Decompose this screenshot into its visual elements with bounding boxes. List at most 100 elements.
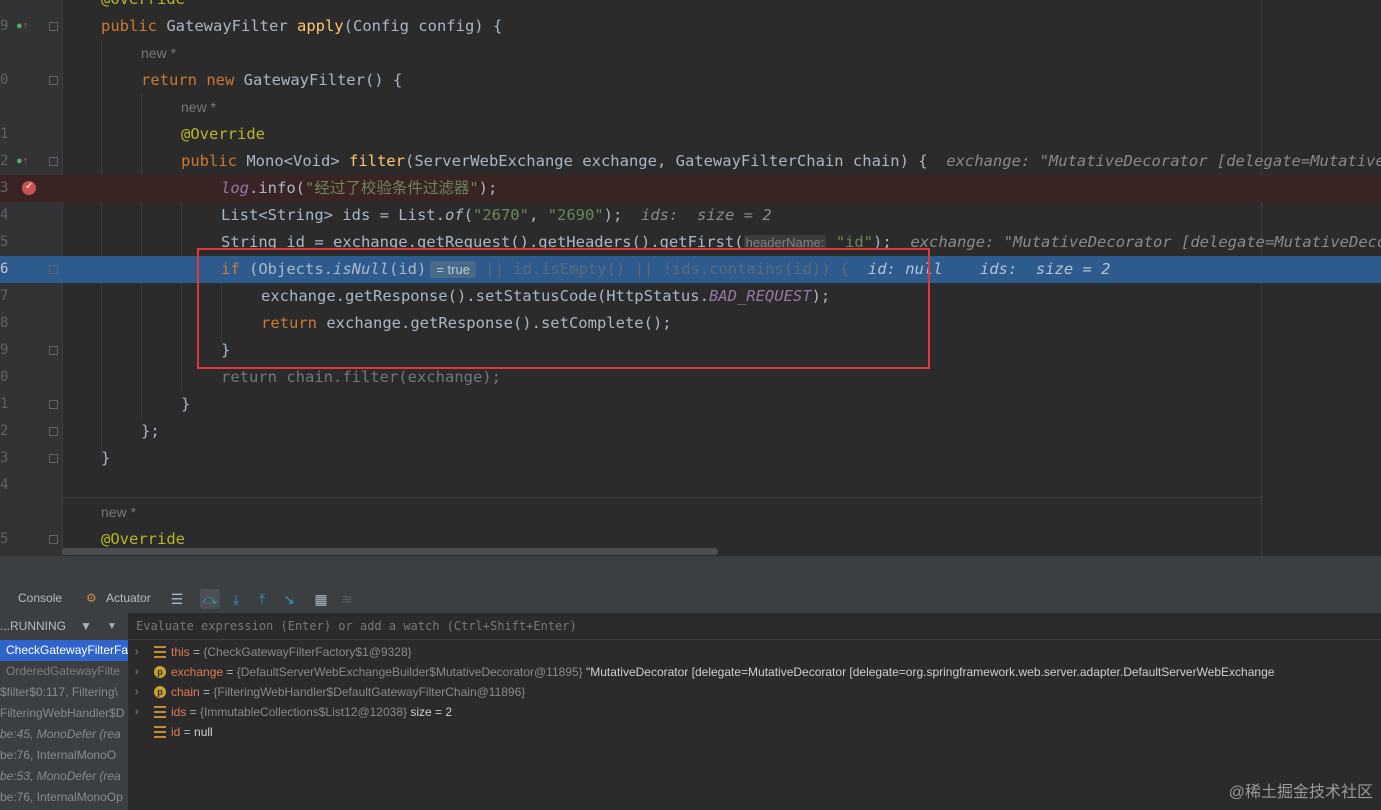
parameter-icon: p bbox=[154, 686, 166, 698]
checkmark-icon: ✓ bbox=[25, 181, 34, 192]
annotation: @Override bbox=[101, 0, 185, 8]
filter-icon[interactable]: ▼ bbox=[80, 613, 92, 640]
fold-marker-icon[interactable] bbox=[49, 157, 58, 166]
type-name: Mono<Void> bbox=[237, 152, 349, 170]
punctuation: ( bbox=[463, 206, 473, 224]
frame-item[interactable]: $filter$0:117, Filtering\ bbox=[0, 682, 128, 703]
horizontal-scrollbar[interactable] bbox=[62, 548, 718, 555]
code-editor[interactable]: @Override 9 public GatewayFilter apply(C… bbox=[0, 0, 1381, 556]
code-line[interactable]: 1 } bbox=[0, 391, 1381, 418]
variable-eq: = bbox=[223, 665, 237, 679]
line-number: 5 bbox=[0, 531, 9, 547]
variable-name: this bbox=[171, 645, 190, 659]
variable-name: chain bbox=[171, 685, 200, 699]
expand-arrow-icon[interactable]: › bbox=[135, 682, 139, 702]
panel-splitter[interactable] bbox=[0, 556, 1381, 584]
thread-status[interactable]: ...RUNNING bbox=[0, 619, 66, 633]
declaration: List<String> ids = List. bbox=[221, 206, 445, 224]
expand-arrow-icon[interactable]: › bbox=[135, 642, 139, 662]
brace: } bbox=[101, 449, 111, 467]
implements-icon[interactable]: ●↑ bbox=[16, 19, 28, 33]
expand-arrow-icon[interactable]: › bbox=[135, 662, 139, 682]
run-to-cursor-icon[interactable]: ↘ bbox=[279, 589, 299, 609]
line-number: 2 bbox=[0, 153, 9, 169]
frame-item[interactable]: be:76, InternalMonoO bbox=[0, 745, 128, 766]
code-line[interactable]: 2 public Mono<Void> filter(ServerWebExch… bbox=[0, 148, 1381, 175]
trace-icon[interactable]: ≋ bbox=[337, 589, 357, 609]
variable-value: size = 2 bbox=[407, 705, 453, 719]
frame-item[interactable]: CheckGatewayFilterFa bbox=[0, 640, 128, 661]
code-line[interactable]: new * bbox=[0, 499, 1381, 526]
code-line[interactable]: 4 List<String> ids = List.of("2670", "26… bbox=[0, 202, 1381, 229]
frame-item[interactable]: OrderedGatewayFilte bbox=[0, 661, 128, 682]
usage-hint[interactable]: new * bbox=[101, 499, 136, 526]
variable-eq: = bbox=[199, 685, 214, 699]
line-number: 0 bbox=[0, 369, 9, 385]
debug-toolbar: Console ⚙ Actuator ☰ ⤼ ⤓ ⤒ ↘ ▦ ≋ bbox=[0, 584, 1381, 614]
fold-marker-icon[interactable] bbox=[49, 535, 58, 544]
tab-console[interactable]: Console bbox=[18, 584, 62, 613]
brace: }; bbox=[141, 422, 160, 440]
line-number: 9 bbox=[0, 18, 9, 34]
line-number: 6 bbox=[0, 261, 9, 277]
expand-arrow-icon[interactable]: › bbox=[135, 702, 139, 722]
fold-marker-icon[interactable] bbox=[49, 22, 58, 31]
highlight-box bbox=[197, 248, 930, 369]
evaluate-icon[interactable]: ▦ bbox=[311, 589, 331, 609]
code-line[interactable]: 9 public GatewayFilter apply(Config conf… bbox=[0, 13, 1381, 40]
expression: GatewayFilter() { bbox=[234, 71, 403, 89]
usage-hint[interactable]: new * bbox=[181, 94, 216, 121]
debug-inline-value: exchange: "MutativeDecorator [delegate=M… bbox=[910, 233, 1381, 251]
line-number: 5 bbox=[0, 234, 9, 250]
step-out-icon[interactable]: ⤒ bbox=[252, 589, 272, 609]
line-number: 8 bbox=[0, 315, 9, 331]
string-literal: "2670" bbox=[472, 206, 529, 224]
frame-item[interactable]: be:76, InternalMonoOp bbox=[0, 787, 128, 808]
fold-marker-icon[interactable] bbox=[49, 76, 58, 85]
fold-marker-icon[interactable] bbox=[49, 400, 58, 409]
variable-name: ids bbox=[171, 705, 187, 719]
line-number: 2 bbox=[0, 423, 9, 439]
field-icon bbox=[154, 726, 166, 738]
variable-eq: = bbox=[186, 705, 201, 719]
frames-header: ...RUNNING ▼ ▼ bbox=[0, 613, 128, 640]
method-args: (ServerWebExchange exchange, GatewayFilt… bbox=[404, 152, 928, 170]
watermark: @稀土掘金技术社区 bbox=[1228, 784, 1373, 801]
expression: return chain.filter(exchange); bbox=[221, 368, 501, 386]
variable-eq: = bbox=[180, 725, 195, 739]
method-args: (Config config) { bbox=[343, 17, 503, 35]
code-line[interactable]: new * bbox=[0, 94, 1381, 121]
fold-marker-icon[interactable] bbox=[49, 454, 58, 463]
implements-icon[interactable]: ●↑ bbox=[16, 154, 28, 168]
evaluate-expression-input[interactable]: Evaluate expression (Enter) or add a wat… bbox=[128, 613, 1381, 640]
code-line[interactable]: 4 bbox=[0, 472, 1381, 499]
fold-marker-icon[interactable] bbox=[49, 346, 58, 355]
variable-type: {DefaultServerWebExchangeBuilder$Mutativ… bbox=[236, 665, 583, 679]
chevron-down-icon[interactable]: ▼ bbox=[107, 613, 117, 640]
frame-item[interactable]: be:45, MonoDefer (rea bbox=[0, 724, 128, 745]
step-over-icon[interactable]: ⤼ bbox=[200, 589, 220, 609]
fold-marker-icon[interactable] bbox=[49, 427, 58, 436]
frame-item[interactable]: be:53, MonoDefer (rea bbox=[0, 766, 128, 787]
code-line[interactable]: 0 return new GatewayFilter() { bbox=[0, 67, 1381, 94]
fold-marker-icon[interactable] bbox=[49, 265, 58, 274]
frame-item[interactable]: FilteringWebHandler$D bbox=[0, 703, 128, 724]
actuator-icon[interactable]: ⚙ bbox=[86, 584, 97, 613]
code-line[interactable]: 1 @Override bbox=[0, 121, 1381, 148]
step-into-icon[interactable]: ⤓ bbox=[226, 589, 246, 609]
code-line[interactable]: 3 } bbox=[0, 445, 1381, 472]
code-line[interactable]: 2 }; bbox=[0, 418, 1381, 445]
usage-hint[interactable]: new * bbox=[141, 40, 176, 67]
variable-name: exchange bbox=[171, 665, 224, 679]
field-icon bbox=[154, 646, 166, 658]
code-line-breakpoint[interactable]: 3 log.info("经过了校验条件过滤器"); bbox=[0, 175, 1381, 202]
menu-icon[interactable]: ☰ bbox=[167, 589, 187, 609]
debug-inline-value: exchange: "MutativeDecorator [delegate=M… bbox=[946, 152, 1381, 170]
tab-actuator[interactable]: Actuator bbox=[106, 584, 151, 613]
method-name: filter bbox=[348, 152, 405, 170]
field-icon bbox=[154, 706, 166, 718]
code-line[interactable]: @Override bbox=[0, 0, 1381, 13]
code-line[interactable]: new * bbox=[0, 40, 1381, 67]
variable-value: null bbox=[194, 725, 213, 739]
method-call: .info( bbox=[249, 179, 305, 197]
